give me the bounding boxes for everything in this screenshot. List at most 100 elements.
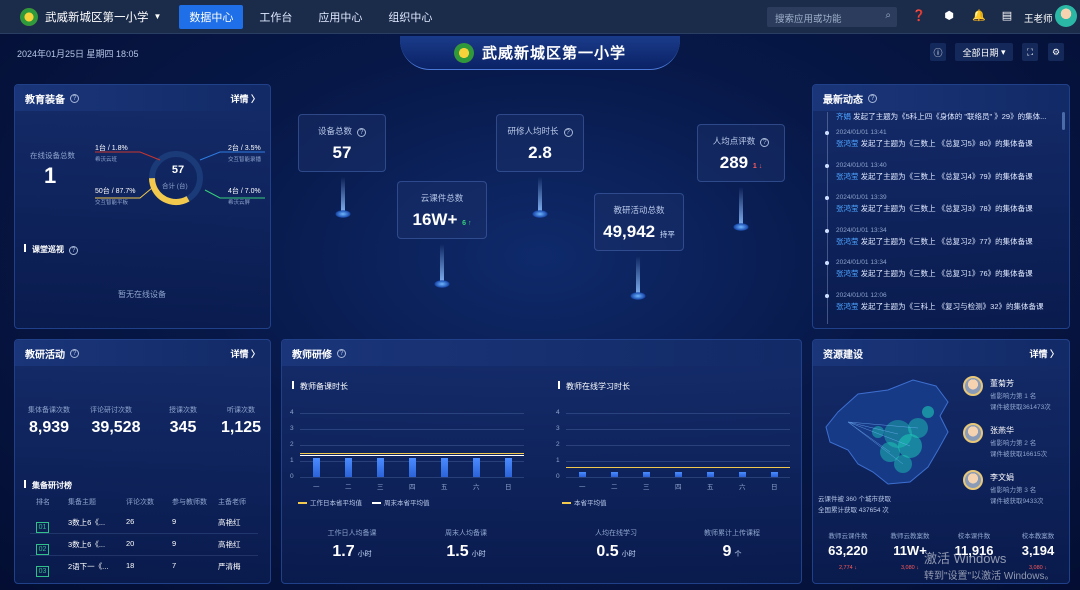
bar-0 bbox=[579, 472, 586, 477]
news-scrollbar[interactable] bbox=[1062, 112, 1065, 130]
fullscreen-icon[interactable]: ⛶ bbox=[1022, 43, 1038, 61]
bar-0 bbox=[313, 457, 320, 477]
search-input[interactable]: 搜索应用或功能 ⌕ bbox=[767, 7, 897, 27]
person-name[interactable]: 李文娟 bbox=[990, 472, 1014, 483]
page-title: 武威新城区第一小学 bbox=[481, 45, 626, 62]
news-text: 发起了主题为《三数上 《总复习2》77》的集体备课 bbox=[858, 236, 1033, 246]
news-line: 张鸿莹 发起了主题为《三数上 《总复习3》78》的集体备课 bbox=[836, 203, 1033, 214]
question-icon[interactable]: ? bbox=[70, 93, 79, 103]
map-caption-cities: 云课件被 360 个城市获取 bbox=[818, 496, 891, 503]
stat-value: 289 1 ↓ bbox=[698, 153, 784, 173]
school-logo-icon bbox=[20, 7, 38, 26]
timeline-dot bbox=[825, 163, 829, 168]
question-icon[interactable]: ? bbox=[337, 348, 346, 358]
person-name[interactable]: 董菊芳 bbox=[990, 378, 1014, 389]
details-link[interactable]: 详情 〉 bbox=[1029, 347, 1059, 360]
school-name[interactable]: 武威新城区第一小学 bbox=[45, 9, 149, 25]
map-caption-total: 全国累计获取 437654 次 bbox=[818, 507, 889, 514]
person-name[interactable]: 张燕华 bbox=[990, 425, 1014, 436]
x-tick-label: 一 bbox=[579, 484, 586, 491]
table-cell-lead: 高艳红 bbox=[218, 518, 241, 527]
news-item[interactable]: 2024/01/01 13:41 张鸿莹 发起了主题为《三数上 《总复习5》80》… bbox=[836, 129, 1033, 149]
news-item[interactable]: 2024/01/01 12:06 张鸿莹 发起了主题为《三科上 《复习与检测》32… bbox=[836, 292, 1044, 312]
nav-workbench[interactable]: 工作台 bbox=[249, 5, 302, 29]
panel-title: 教师研修 bbox=[292, 349, 332, 361]
news-author[interactable]: 齐娟 bbox=[836, 112, 851, 121]
username[interactable]: 王老师 bbox=[1024, 11, 1053, 25]
panel-title: 教研活动 bbox=[25, 349, 65, 361]
y-tick-label: 0 bbox=[556, 473, 560, 480]
bar-2 bbox=[643, 472, 650, 477]
details-link[interactable]: 详情 〉 bbox=[230, 92, 260, 105]
date-filter-select[interactable]: 全部日期 ▾ bbox=[955, 43, 1013, 61]
x-tick-label: 日 bbox=[505, 484, 512, 491]
rank-badge: 01 bbox=[36, 516, 49, 534]
x-tick-label: 二 bbox=[611, 484, 618, 491]
question-icon[interactable]: ? bbox=[868, 93, 877, 103]
resource-stat-label: 校本课件数 bbox=[957, 533, 991, 540]
help-icon[interactable]: ❓ bbox=[912, 9, 926, 23]
question-icon[interactable]: ? bbox=[70, 348, 79, 358]
stat-card-cloud-courseware[interactable]: 云课件总数 16W+ 6 ↑ bbox=[397, 181, 487, 239]
nav-data-center[interactable]: 数据中心 bbox=[179, 4, 244, 29]
metric-unit: 小时 bbox=[357, 551, 372, 558]
news-author[interactable]: 张鸿莹 bbox=[836, 237, 859, 246]
details-link[interactable]: 详情 〉 bbox=[230, 347, 260, 360]
news-author[interactable]: 张鸿莹 bbox=[836, 204, 859, 213]
stat-card-research-activities[interactable]: 教研活动总数 49,942 持平 bbox=[594, 193, 684, 251]
chevron-down-icon[interactable]: ▼ bbox=[154, 12, 162, 21]
stat-card-device-total[interactable]: 设备总数? 57 bbox=[298, 114, 386, 172]
question-icon[interactable]: ? bbox=[760, 138, 770, 147]
light-beam bbox=[739, 187, 743, 225]
training-metric-value: 1.7 小时 bbox=[312, 543, 392, 561]
stat-card-avg-comments[interactable]: 人均点评数? 289 1 ↓ bbox=[697, 124, 785, 182]
gridline bbox=[566, 445, 790, 446]
question-icon[interactable]: ? bbox=[357, 128, 366, 137]
settings-hex-icon[interactable]: ⬢ bbox=[942, 9, 956, 23]
question-icon[interactable]: ? bbox=[563, 128, 573, 137]
nav-app-center[interactable]: 应用中心 bbox=[308, 5, 372, 29]
news-item-top[interactable]: 齐娟 发起了主题为《5科上四《身体的 "联络员" 》29》的集体... bbox=[836, 109, 1046, 122]
question-icon[interactable]: ? bbox=[69, 246, 78, 255]
news-item[interactable]: 2024/01/01 13:39 张鸿莹 发起了主题为《三数上 《总复习3》78》… bbox=[836, 194, 1033, 214]
trend-down: 1 ↓ bbox=[752, 163, 763, 170]
table-header: 排名 bbox=[36, 499, 50, 506]
news-author[interactable]: 张鸿莹 bbox=[836, 172, 859, 181]
news-author[interactable]: 张鸿莹 bbox=[836, 269, 859, 278]
message-icon[interactable]: ▤ bbox=[1000, 9, 1014, 23]
table-cell-topic[interactable]: 3数上6《... bbox=[68, 539, 105, 550]
news-item[interactable]: 2024/01/01 13:34 张鸿莹 发起了主题为《三数上 《总复习1》76》… bbox=[836, 259, 1033, 279]
news-author[interactable]: 张鸿莹 bbox=[836, 139, 859, 148]
y-tick-label: 2 bbox=[290, 441, 294, 448]
table-cell-topic[interactable]: 3数上6《... bbox=[68, 517, 105, 528]
table-header: 集备主题 bbox=[68, 499, 96, 506]
news-author[interactable]: 张鸿莹 bbox=[836, 302, 859, 311]
search-icon[interactable]: ⌕ bbox=[885, 10, 891, 21]
y-tick-label: 4 bbox=[556, 409, 560, 416]
segment-sub-tablet: 交互智能平板 bbox=[95, 200, 129, 206]
bell-icon[interactable]: 🔔 bbox=[972, 9, 986, 23]
news-time: 2024/01/01 13:34 bbox=[836, 259, 887, 266]
news-item[interactable]: 2024/01/01 13:40 张鸿莹 发起了主题为《三数上 《总复习4》79》… bbox=[836, 162, 1033, 182]
training-metric-label: 工作日人均备课 bbox=[327, 530, 377, 537]
gridline bbox=[566, 477, 790, 478]
stat-label: 设备总数? bbox=[299, 125, 385, 137]
info-icon[interactable]: ⓘ bbox=[930, 43, 946, 61]
table-cell-lead: 严清梅 bbox=[218, 562, 241, 571]
rank-number: 03 bbox=[36, 566, 49, 577]
avatar[interactable] bbox=[1055, 5, 1077, 27]
stat-card-training-hours[interactable]: 研修人均时长? 2.8 bbox=[496, 114, 584, 172]
timeline-dot bbox=[825, 261, 829, 265]
research-stat-label: 听课次数 bbox=[227, 407, 255, 414]
research-stat-value: 1,125 bbox=[220, 419, 262, 436]
rank-badge: 03 bbox=[36, 560, 49, 578]
nav-org-center[interactable]: 组织中心 bbox=[378, 5, 442, 29]
gear-icon[interactable]: ⚙ bbox=[1048, 43, 1064, 61]
y-tick-label: 0 bbox=[290, 473, 294, 480]
news-item[interactable]: 2024/01/01 13:34 张鸿莹 发起了主题为《三数上 《总复习2》77》… bbox=[836, 227, 1033, 247]
research-stat-value: 345 bbox=[169, 419, 197, 436]
left-chart-title-text: 教师备课时长 bbox=[300, 382, 348, 391]
light-pad bbox=[434, 280, 450, 288]
table-cell-topic[interactable]: 2语下一《... bbox=[68, 561, 108, 572]
resource-stat-delta: 2,774 ↓ bbox=[838, 565, 858, 571]
